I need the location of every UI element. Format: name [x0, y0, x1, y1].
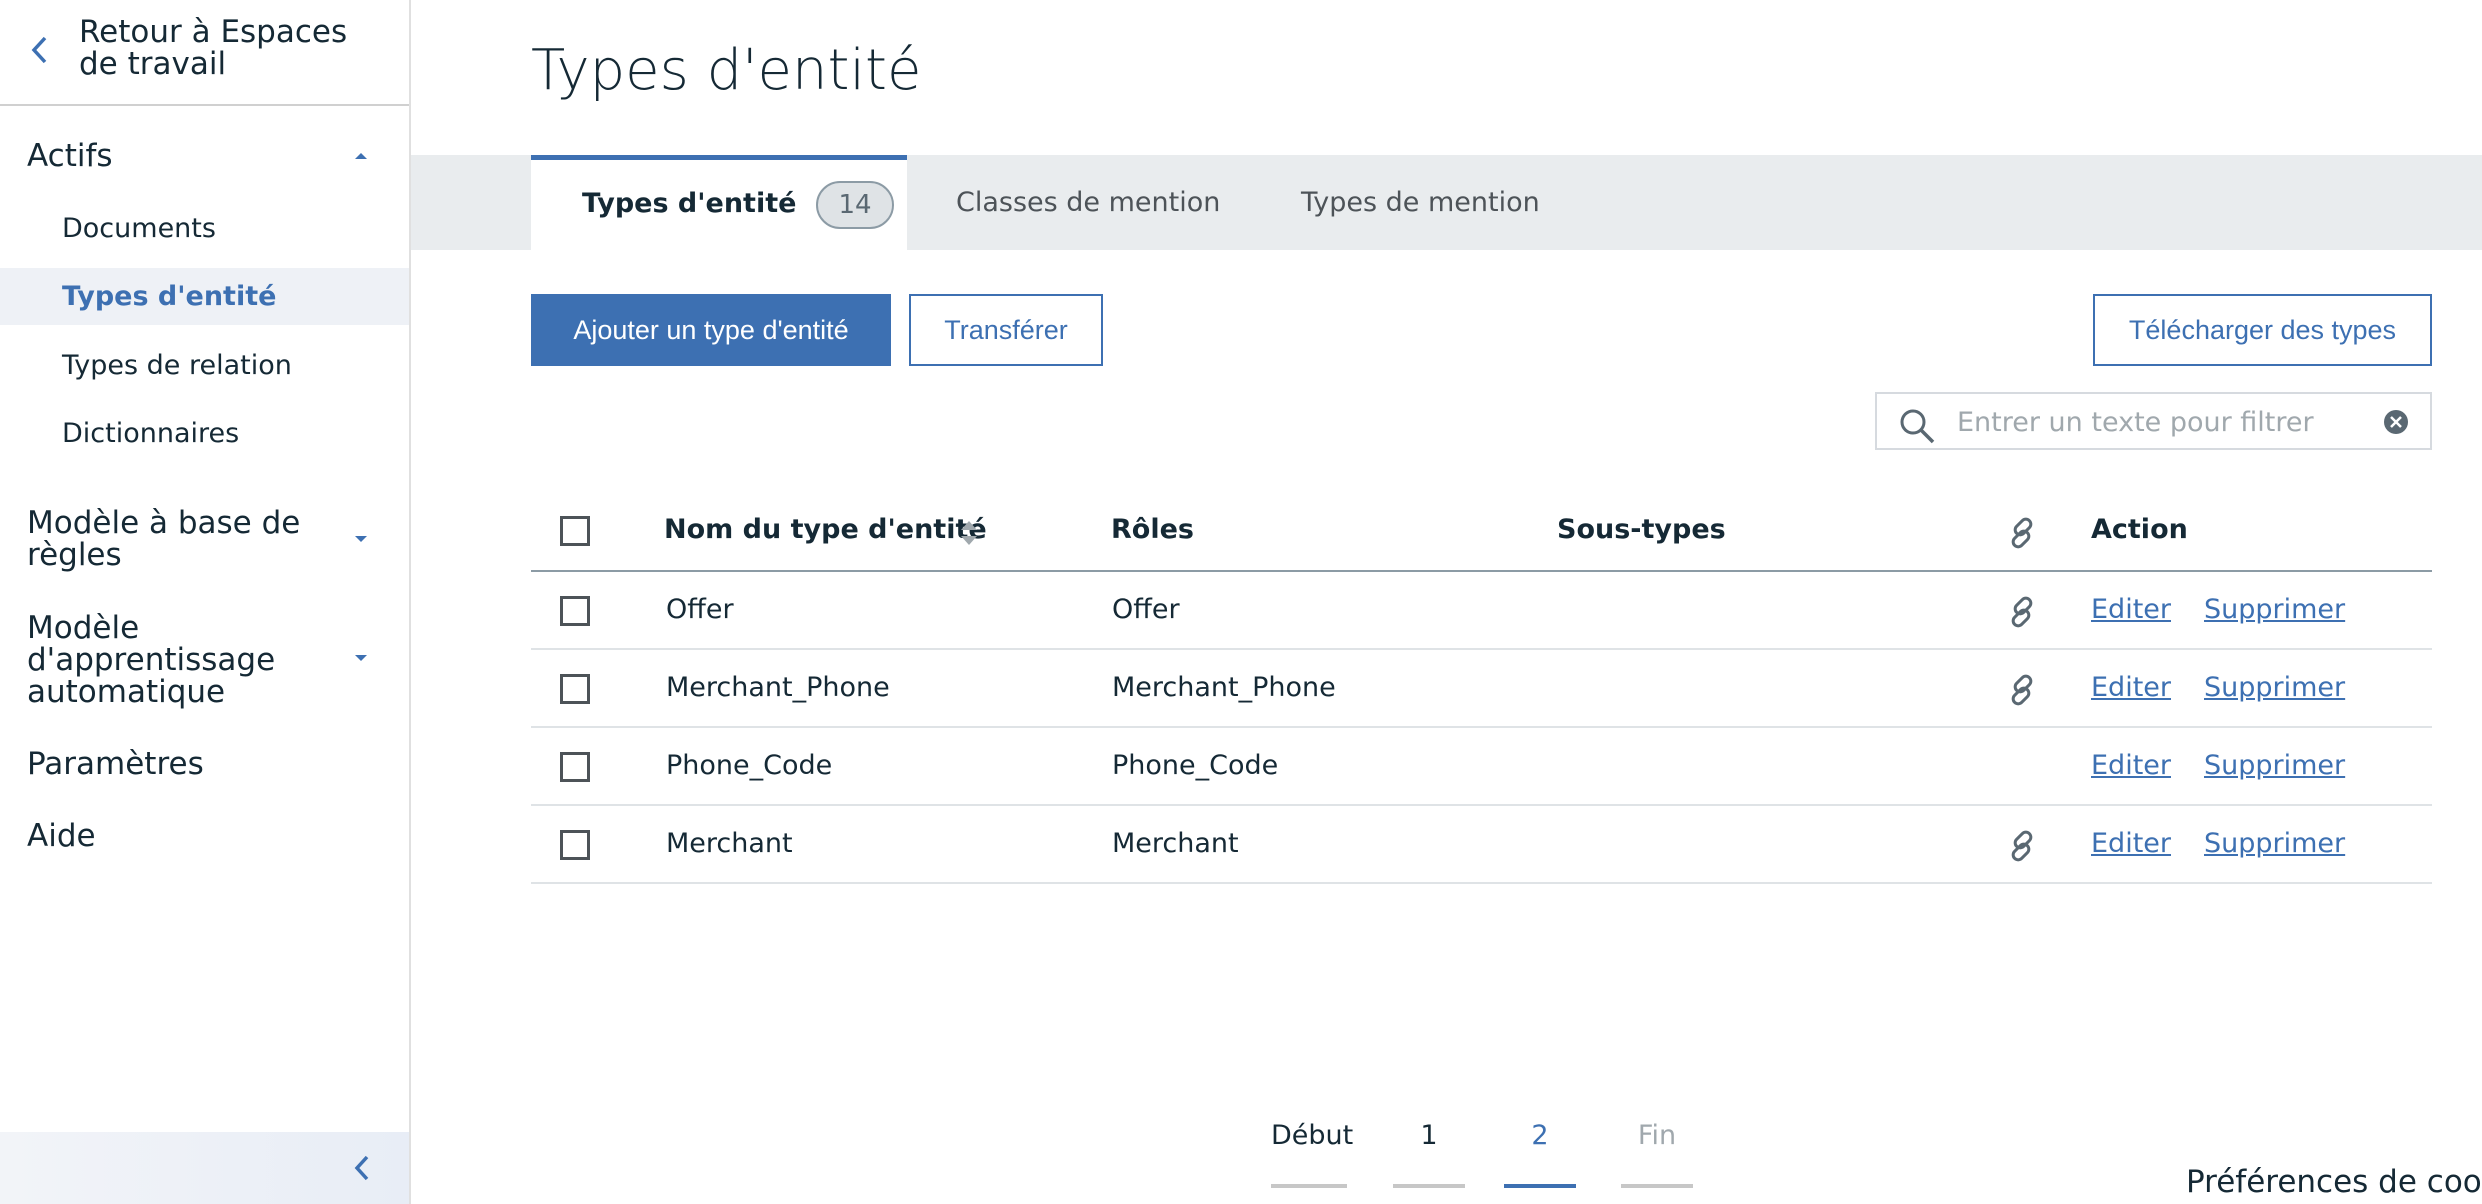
- chevron-left-icon: [354, 1155, 369, 1181]
- tab-entity-types[interactable]: Types d'entité 14: [531, 155, 907, 250]
- collapse-sidebar-button[interactable]: [0, 1132, 409, 1204]
- clear-icon[interactable]: [2383, 409, 2409, 435]
- table-row: Merchant Merchant Editer Supprimer: [531, 806, 2432, 884]
- tab-mention-classes[interactable]: Classes de mention: [956, 155, 1220, 250]
- cell-name: Offer: [666, 594, 734, 625]
- cell-roles: Offer: [1112, 594, 1180, 625]
- select-all-checkbox[interactable]: [560, 516, 590, 546]
- nav-section-ml-model[interactable]: Modèle d'apprentissage automatique: [27, 612, 327, 708]
- cell-name: Merchant: [666, 828, 793, 859]
- link-icon[interactable]: [2004, 672, 2040, 708]
- caret-down-icon: [355, 536, 367, 542]
- delete-link[interactable]: Supprimer: [2204, 650, 2345, 726]
- header-subtypes: Sous-types: [1557, 514, 1726, 545]
- cell-roles: Merchant_Phone: [1112, 672, 1336, 703]
- back-to-workspaces-link[interactable]: Retour à Espaces de travail: [0, 0, 409, 106]
- sidebar-item-documents[interactable]: Documents: [0, 200, 409, 257]
- count-badge: 14: [816, 180, 894, 229]
- header-action: Action: [2091, 514, 2188, 545]
- delete-link[interactable]: Supprimer: [2204, 572, 2345, 648]
- table-header: Nom du type d'entité Rôles Sous-types Ac…: [531, 495, 2432, 572]
- delete-link[interactable]: Supprimer: [2204, 806, 2345, 882]
- cookie-preferences-link[interactable]: Préférences de cooki: [2186, 1162, 2482, 1202]
- pagination-page-1[interactable]: 1: [1393, 1116, 1465, 1188]
- sidebar-item-dictionaries[interactable]: Dictionnaires: [0, 405, 409, 462]
- tab-label: Types d'entité: [582, 188, 797, 219]
- pagination-underline: [1621, 1184, 1693, 1188]
- pagination-underline: [1271, 1184, 1347, 1188]
- row-checkbox[interactable]: [560, 674, 590, 704]
- edit-link[interactable]: Editer: [2091, 728, 2171, 804]
- cell-name: Phone_Code: [666, 750, 833, 781]
- cell-name: Merchant_Phone: [666, 672, 890, 703]
- row-checkbox[interactable]: [560, 596, 590, 626]
- link-icon[interactable]: [2004, 828, 2040, 864]
- table-row: Phone_Code Phone_Code Editer Supprimer: [531, 728, 2432, 806]
- page-number: 2: [1531, 1120, 1549, 1151]
- tab-mention-types[interactable]: Types de mention: [1301, 155, 1540, 250]
- row-checkbox[interactable]: [560, 752, 590, 782]
- filter-input[interactable]: [1957, 400, 2357, 444]
- caret-down-icon: [355, 655, 367, 661]
- table-row: Merchant_Phone Merchant_Phone Editer Sup…: [531, 650, 2432, 728]
- cell-roles: Phone_Code: [1112, 750, 1279, 781]
- sidebar-item-entity-types[interactable]: Types d'entité: [0, 268, 409, 325]
- nav-section-help[interactable]: Aide: [27, 820, 96, 852]
- back-label: Retour à Espaces de travail: [79, 14, 348, 82]
- page-number: 1: [1420, 1120, 1438, 1151]
- pagination-underline: [1393, 1184, 1465, 1188]
- pagination-underline: [1504, 1184, 1576, 1188]
- pagination-first[interactable]: Début: [1271, 1116, 1353, 1188]
- nav-section-settings[interactable]: Paramètres: [27, 748, 204, 780]
- pagination-page-2[interactable]: 2: [1504, 1116, 1576, 1188]
- sidebar: Retour à Espaces de travail Actifs Docum…: [0, 0, 411, 1204]
- pagination-last-label: Fin: [1637, 1120, 1677, 1151]
- edit-link[interactable]: Editer: [2091, 572, 2171, 648]
- sidebar-item-relation-types[interactable]: Types de relation: [0, 337, 409, 394]
- download-types-button[interactable]: Télécharger des types: [2093, 294, 2432, 366]
- delete-link[interactable]: Supprimer: [2204, 728, 2345, 804]
- caret-up-icon: [355, 153, 367, 159]
- pagination-first-label: Début: [1271, 1120, 1354, 1151]
- search-icon: [1900, 409, 1935, 444]
- table-row: Offer Offer Editer Supprimer: [531, 572, 2432, 650]
- header-name[interactable]: Nom du type d'entité: [664, 495, 987, 565]
- nav-section-rule-model[interactable]: Modèle à base de règles: [27, 507, 327, 571]
- sort-icon[interactable]: [958, 518, 980, 548]
- edit-link[interactable]: Editer: [2091, 650, 2171, 726]
- transfer-button[interactable]: Transférer: [909, 294, 1103, 366]
- filter-search: [1875, 392, 2432, 450]
- row-checkbox[interactable]: [560, 830, 590, 860]
- add-entity-type-button[interactable]: Ajouter un type d'entité: [531, 294, 891, 366]
- edit-link[interactable]: Editer: [2091, 806, 2171, 882]
- nav-section-actifs[interactable]: Actifs: [27, 140, 113, 172]
- pagination-last: Fin: [1621, 1116, 1693, 1188]
- chevron-left-icon: [31, 36, 47, 64]
- header-roles: Rôles: [1111, 514, 1194, 545]
- link-icon[interactable]: [2004, 594, 2040, 630]
- cell-roles: Merchant: [1112, 828, 1239, 859]
- page-title: Types d'entité: [531, 38, 922, 103]
- link-icon: [2011, 517, 2033, 549]
